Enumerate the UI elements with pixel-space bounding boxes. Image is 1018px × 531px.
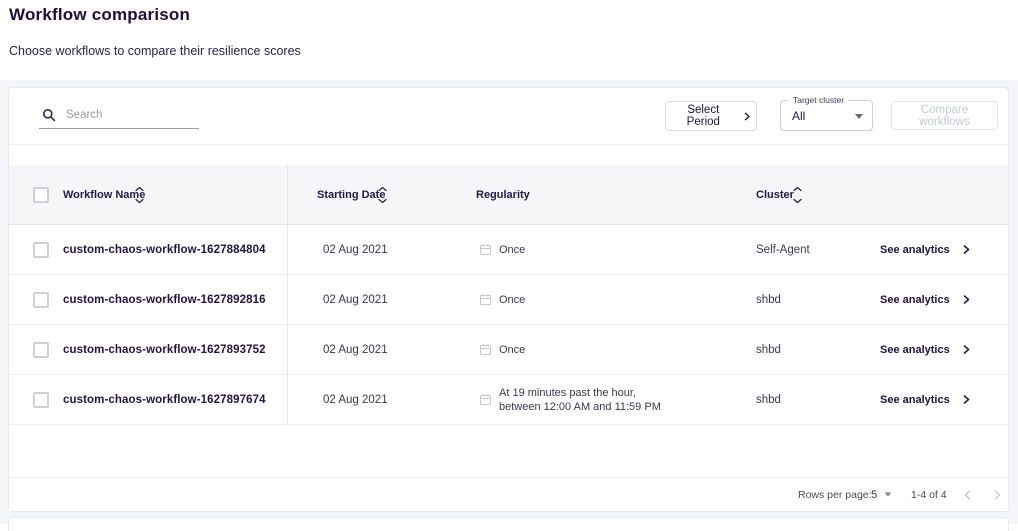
see-analytics-label: See analytics [880,394,950,406]
sort-control-cluster[interactable] [793,186,802,203]
see-analytics-button[interactable]: See analytics [880,394,970,406]
rows-per-page-select[interactable]: 5 [871,489,892,501]
dropdown-caret-icon [855,114,863,119]
row-checkbox[interactable] [33,242,49,258]
workflow-name: custom-chaos-workflow-1627897674 [63,394,266,406]
calendar-icon [479,393,492,406]
select-period-label: Select Period [672,104,735,128]
column-header-cluster: Cluster [756,189,794,201]
chevron-right-icon [994,490,1001,500]
table-row: custom-chaos-workflow-1627884804 02 Aug … [9,225,1008,275]
sort-control-workflow-name[interactable] [135,186,144,203]
compare-workflows-button[interactable]: Compare workflows [891,101,998,130]
sort-desc-icon [135,198,144,203]
cluster-name: shbd [756,344,781,356]
pagination-range: 1-4 of 4 [911,489,947,501]
chevron-right-icon [963,345,970,354]
pagination-bar: Rows per page: 5 1-4 of 4 [9,477,1008,511]
dropdown-caret-icon [885,492,892,496]
sort-desc-icon [378,198,387,203]
regularity-text: Once [499,293,525,307]
select-all-checkbox[interactable] [33,187,49,203]
see-analytics-label: See analytics [880,244,950,256]
select-period-button[interactable]: Select Period [665,101,757,131]
chevron-right-icon [963,395,970,404]
target-cluster-value: All [792,109,805,123]
see-analytics-button[interactable]: See analytics [880,244,970,256]
see-analytics-label: See analytics [880,344,950,356]
workflow-name: custom-chaos-workflow-1627884804 [63,244,266,256]
workflow-comparison-card: Select Period Target cluster All Compare… [8,87,1009,512]
column-header-workflow-name: Workflow Name [63,189,145,201]
see-analytics-button[interactable]: See analytics [880,344,970,356]
see-analytics-button[interactable]: See analytics [880,294,970,306]
previous-page-button[interactable] [959,487,975,503]
chevron-right-icon [744,112,750,121]
rows-per-page-value: 5 [871,489,877,501]
search-field[interactable] [39,102,199,129]
sort-control-starting-date[interactable] [378,186,387,203]
row-checkbox[interactable] [33,292,49,308]
sort-asc-icon [135,186,144,191]
next-page-button[interactable] [989,487,1005,503]
table-row: custom-chaos-workflow-1627893752 02 Aug … [9,325,1008,375]
see-analytics-label: See analytics [880,294,950,306]
regularity-cell: Once [479,293,525,307]
calendar-icon [479,343,492,356]
cluster-name: Self-Agent [756,244,810,256]
table-row: custom-chaos-workflow-1627892816 02 Aug … [9,275,1008,325]
sort-asc-icon [793,186,802,191]
calendar-icon [479,243,492,256]
workflow-name: custom-chaos-workflow-1627893752 [63,344,266,356]
cluster-name: shbd [756,294,781,306]
workflow-name: custom-chaos-workflow-1627892816 [63,294,266,306]
rows-per-page-label: Rows per page: [798,489,872,501]
table-header-row: Workflow Name Starting Date Regularity C… [9,165,1008,225]
sort-desc-icon [793,198,802,203]
target-cluster-label: Target cluster [789,96,848,105]
column-divider [287,165,288,425]
page-title: Workflow comparison [9,5,190,25]
column-header-regularity: Regularity [476,189,530,201]
sort-asc-icon [378,186,387,191]
chevron-right-icon [963,295,970,304]
cluster-name: shbd [756,394,781,406]
page-subtitle: Choose workflows to compare their resili… [9,44,301,58]
regularity-cell: At 19 minutes past the hour,between 12:0… [479,386,661,414]
search-input[interactable] [64,108,188,122]
chevron-left-icon [964,490,971,500]
chevron-right-icon [963,245,970,254]
calendar-icon [479,293,492,306]
starting-date: 02 Aug 2021 [323,344,388,356]
next-section-card [8,517,1009,531]
starting-date: 02 Aug 2021 [323,394,388,406]
search-icon [42,108,56,122]
table-row: custom-chaos-workflow-1627897674 02 Aug … [9,375,1008,425]
row-checkbox[interactable] [33,342,49,358]
column-header-starting-date: Starting Date [317,189,385,201]
regularity-text: Once [499,343,525,357]
table-toolbar: Select Period Target cluster All Compare… [9,88,1008,145]
starting-date: 02 Aug 2021 [323,294,388,306]
regularity-text: Once [499,243,525,257]
regularity-cell: Once [479,243,525,257]
target-cluster-select[interactable]: Target cluster All [780,100,873,131]
starting-date: 02 Aug 2021 [323,244,388,256]
regularity-cell: Once [479,343,525,357]
regularity-text: At 19 minutes past the hour,between 12:0… [499,386,661,414]
row-checkbox[interactable] [33,392,49,408]
